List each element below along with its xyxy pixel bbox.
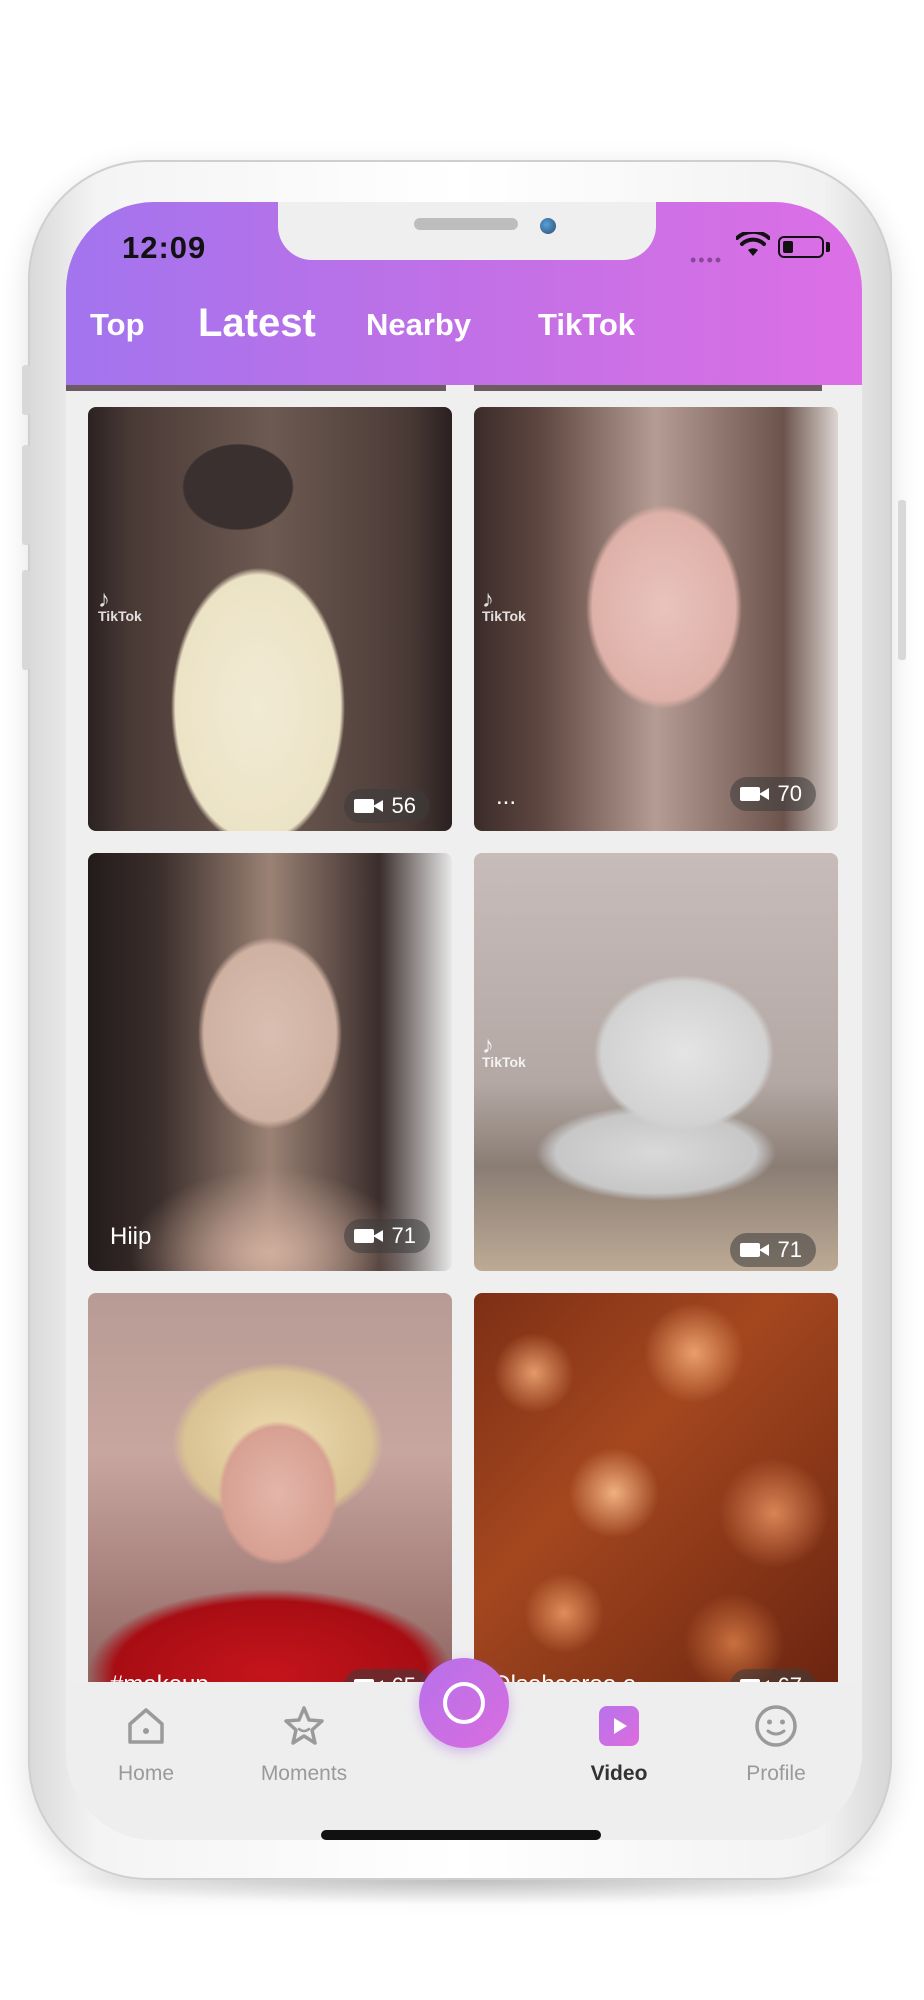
power-button — [898, 500, 906, 660]
home-indicator[interactable] — [321, 1830, 601, 1840]
video-card[interactable]: ♪ TikTok 56 — [88, 407, 452, 831]
cellular-signal-icon: •••• — [690, 250, 724, 270]
video-thumbnail — [474, 407, 838, 831]
tiktok-watermark: ♪ TikTok — [482, 586, 526, 625]
tab-latest[interactable]: Latest — [198, 301, 316, 346]
previous-row-edge — [474, 385, 822, 391]
video-caption: Hiip — [110, 1223, 152, 1250]
app-header: 12:09 •••• Top Latest Nearby TikTok — [66, 202, 862, 385]
nav-video[interactable]: Video — [559, 1700, 679, 1786]
video-play-icon — [599, 1706, 639, 1746]
video-thumbnail — [474, 853, 838, 1271]
nav-moments[interactable]: Moments — [244, 1700, 364, 1786]
video-card[interactable]: #makeup 65 — [88, 1293, 452, 1685]
record-button[interactable] — [419, 1658, 509, 1748]
nav-video-label: Video — [590, 1762, 648, 1785]
battery-icon — [778, 236, 824, 258]
video-count-badge: 71 — [343, 1219, 430, 1253]
tiktok-watermark: ♪ TikTok — [98, 586, 142, 625]
record-ring-icon — [443, 1682, 485, 1724]
battery-tip — [826, 242, 830, 252]
category-tabs: Top Latest Nearby TikTok — [66, 297, 862, 367]
status-time: 12:09 — [122, 230, 207, 265]
video-card[interactable]: Olsohooroo e... 67 — [474, 1293, 838, 1685]
video-count-badge: 56 — [343, 789, 430, 823]
tiktok-watermark: ♪ TikTok — [482, 1032, 526, 1071]
smiley-icon — [755, 1705, 797, 1747]
video-thumbnail — [474, 1293, 838, 1685]
video-thumbnail — [88, 407, 452, 831]
video-count-badge: 70 — [729, 777, 816, 811]
video-card[interactable]: ♪ TikTok ... 70 — [474, 407, 838, 831]
video-count-badge: 71 — [729, 1233, 816, 1267]
volume-up-button — [22, 445, 30, 545]
video-camera-icon — [353, 797, 384, 815]
tab-tiktok[interactable]: TikTok — [538, 307, 635, 343]
app-screen: 12:09 •••• Top Latest Nearby TikTok ♪ Tik… — [66, 202, 862, 1840]
speaker-grille — [414, 218, 518, 230]
volume-down-button — [22, 570, 30, 670]
nav-moments-label: Moments — [260, 1762, 348, 1785]
notch — [278, 202, 656, 260]
previous-row-edge — [66, 385, 446, 391]
video-card[interactable]: Hiip 71 — [88, 853, 452, 1271]
video-caption: ... — [496, 783, 517, 810]
video-camera-icon — [739, 785, 770, 803]
video-thumbnail — [88, 1293, 452, 1685]
video-camera-icon — [739, 1241, 770, 1259]
tab-nearby[interactable]: Nearby — [366, 307, 471, 343]
nav-home-label: Home — [117, 1762, 175, 1785]
nav-home[interactable]: Home — [86, 1700, 206, 1786]
video-card[interactable]: ♪ TikTok 71 — [474, 853, 838, 1271]
video-thumbnail — [88, 853, 452, 1271]
nav-profile[interactable]: Profile — [716, 1700, 836, 1786]
bottom-nav-bar: Home Moments Video Profile — [66, 1658, 862, 1840]
tab-top[interactable]: Top — [90, 307, 145, 343]
video-camera-icon — [353, 1227, 384, 1245]
star-icon — [284, 1706, 324, 1745]
front-camera — [540, 218, 556, 234]
mute-switch — [22, 365, 30, 415]
wifi-icon — [736, 232, 770, 256]
video-feed[interactable]: ♪ TikTok 56 ♪ TikTok ... 70 Hiip 71 ♪ Ti… — [66, 385, 862, 1685]
nav-profile-label: Profile — [746, 1762, 806, 1785]
home-icon — [128, 1708, 164, 1744]
